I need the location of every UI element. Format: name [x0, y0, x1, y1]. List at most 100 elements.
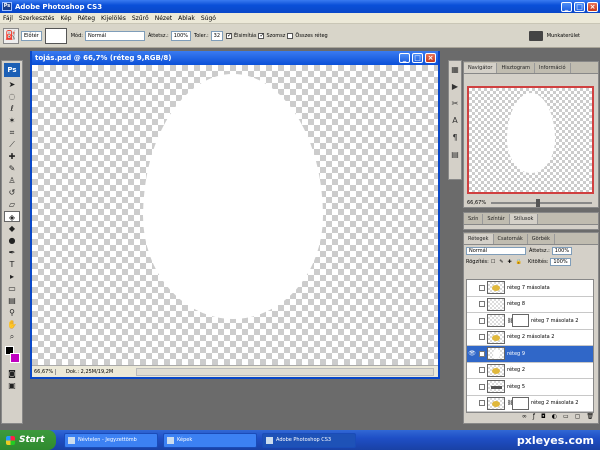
workspace-dropdown[interactable]: Munkaterület — [547, 33, 580, 39]
layer-link-box[interactable] — [479, 367, 485, 374]
doc-close-button[interactable]: × — [425, 53, 436, 63]
layer-link-box[interactable] — [479, 400, 485, 407]
lock-position-icon[interactable]: ✚ — [508, 259, 512, 265]
minimize-button[interactable]: _ — [561, 1, 572, 12]
menu-layer[interactable]: Réteg — [78, 15, 95, 22]
menu-select[interactable]: Kijelölés — [101, 15, 126, 22]
start-button[interactable]: Start — [0, 430, 56, 450]
layer-thumbnail[interactable] — [487, 281, 505, 295]
layer-row[interactable]: 👁 réteg 9 — [467, 346, 593, 363]
layer-thumbnail[interactable] — [487, 297, 505, 311]
layer-row[interactable]: ⛓ réteg 7 másolata 2 — [467, 313, 593, 330]
link-layers-icon[interactable]: ∞ — [522, 413, 527, 421]
pen-tool-icon[interactable]: ✒ — [4, 247, 20, 258]
notes-tool-icon[interactable]: ▤ — [4, 295, 20, 306]
tab-histogram[interactable]: Hisztogram — [497, 63, 536, 73]
blur-tool-icon[interactable]: ◆ — [4, 223, 20, 234]
layer-name[interactable]: réteg 7 másolata — [507, 285, 550, 291]
type-tool-icon[interactable]: T — [4, 259, 20, 270]
opacity-input[interactable]: 100% — [170, 30, 192, 41]
navigator-thumbnail[interactable] — [467, 86, 594, 194]
menu-edit[interactable]: Szerkesztés — [19, 15, 55, 22]
screen-mode-icon[interactable]: ▣ — [4, 380, 20, 391]
brushes-panel-icon[interactable]: ▤ — [450, 150, 460, 163]
layer-thumbnail[interactable] — [487, 314, 505, 328]
layer-link-box[interactable] — [479, 284, 485, 291]
layer-thumbnail[interactable] — [487, 396, 505, 410]
navigator-zoom-value[interactable]: 66,67% — [467, 200, 486, 206]
dodge-tool-icon[interactable]: ● — [4, 235, 20, 246]
trash-icon[interactable]: 🗑 — [586, 413, 594, 421]
close-button[interactable]: × — [587, 1, 598, 12]
contiguous-checkbox[interactable] — [258, 32, 264, 39]
history-brush-icon[interactable]: ↺ — [4, 187, 20, 198]
zoom-tool-icon[interactable]: ⌕ — [4, 331, 20, 342]
taskbar-item-pictures[interactable]: Képek — [163, 432, 257, 448]
zoom-level[interactable]: 66,67% — [32, 368, 56, 375]
workspace-icon[interactable] — [528, 30, 543, 41]
path-select-icon[interactable]: ▸ — [4, 271, 20, 282]
layer-name[interactable]: réteg 5 — [507, 384, 525, 390]
layer-opacity-input[interactable]: 100% — [551, 246, 573, 255]
tool-presets-icon[interactable]: ✂ — [450, 99, 460, 112]
tab-layers[interactable]: Rétegek — [464, 234, 494, 244]
zoom-slider-knob[interactable] — [536, 198, 541, 207]
eye-icon[interactable]: 👁 — [467, 350, 477, 357]
menu-filter[interactable]: Szűrő — [132, 15, 149, 22]
doc-minimize-button[interactable]: _ — [399, 53, 410, 63]
layer-thumbnail[interactable] — [487, 330, 505, 344]
layer-row[interactable]: réteg 7 másolata — [467, 280, 593, 297]
eraser-tool-icon[interactable]: ▱ — [4, 199, 20, 210]
maximize-button[interactable]: □ — [574, 1, 585, 12]
tab-curves[interactable]: Görbék — [528, 234, 555, 244]
layer-link-box[interactable] — [479, 317, 485, 324]
layer-mask-thumbnail[interactable] — [512, 396, 529, 410]
pattern-swatch[interactable] — [44, 27, 67, 44]
layer-thumbnail[interactable] — [487, 380, 505, 394]
layer-link-box[interactable] — [479, 383, 485, 390]
slice-tool-icon[interactable]: ⟋ — [4, 139, 20, 150]
quick-mask-icon[interactable]: ◙ — [4, 368, 20, 379]
tab-channels[interactable]: Csatornák — [494, 234, 528, 244]
brush-tool-icon[interactable]: ✎ — [4, 163, 20, 174]
layer-row[interactable]: réteg 2 — [467, 363, 593, 379]
menu-help[interactable]: Súgó — [201, 15, 216, 22]
layer-row[interactable]: ⛓ réteg 2 másolata 2 — [467, 396, 593, 412]
layer-mask-thumbnail[interactable] — [512, 314, 529, 328]
canvas[interactable] — [32, 65, 438, 367]
history-panel-icon[interactable]: ▦ — [450, 65, 460, 78]
tab-color[interactable]: Szín — [464, 214, 484, 224]
tab-styles[interactable]: Stílusok — [509, 214, 539, 224]
navigator-zoom-slider[interactable] — [491, 198, 592, 207]
lock-pixels-icon[interactable]: ✎ — [499, 259, 503, 265]
color-swatches[interactable] — [4, 344, 20, 366]
layer-style-icon[interactable]: ƒ — [533, 413, 535, 421]
layer-name[interactable]: réteg 2 másolata 2 — [507, 334, 554, 340]
layer-row[interactable]: réteg 5 — [467, 379, 593, 396]
layer-name[interactable]: réteg 8 — [507, 301, 525, 307]
adjustment-layer-icon[interactable]: ◐ — [552, 413, 557, 421]
mask-link-icon[interactable]: ⛓ — [507, 318, 513, 324]
hand-tool-icon[interactable]: ✋ — [4, 319, 20, 330]
antialias-checkbox[interactable] — [226, 32, 232, 39]
marquee-tool-icon[interactable]: ◌ — [4, 91, 20, 102]
tab-navigator[interactable]: Navigátor — [464, 63, 498, 73]
layer-link-box[interactable] — [479, 334, 485, 341]
document-size[interactable]: Dok.: 2,25M/19,2M — [66, 369, 136, 375]
horizontal-scrollbar[interactable] — [136, 367, 434, 376]
taskbar-item-photoshop[interactable]: Adobe Photoshop CS3 — [262, 432, 356, 448]
menu-window[interactable]: Ablak — [178, 15, 195, 22]
layer-thumbnail[interactable] — [487, 363, 505, 377]
blend-mode-dropdown[interactable]: Normál — [466, 246, 526, 255]
lasso-tool-icon[interactable]: ℓ — [4, 103, 20, 114]
mask-link-icon[interactable]: ⛓ — [507, 400, 513, 406]
layer-row[interactable]: réteg 8 — [467, 297, 593, 313]
add-mask-icon[interactable]: ◘ — [541, 413, 546, 421]
tab-info[interactable]: Információ — [535, 63, 571, 73]
background-color[interactable] — [10, 353, 20, 363]
tab-swatches[interactable]: Színtár — [483, 214, 510, 224]
layer-name[interactable]: réteg 9 — [507, 351, 525, 357]
actions-panel-icon[interactable]: ▶ — [450, 82, 460, 95]
paint-bucket-tool-icon[interactable]: ◈ — [4, 211, 20, 222]
clone-stamp-icon[interactable]: ♙ — [4, 175, 20, 186]
